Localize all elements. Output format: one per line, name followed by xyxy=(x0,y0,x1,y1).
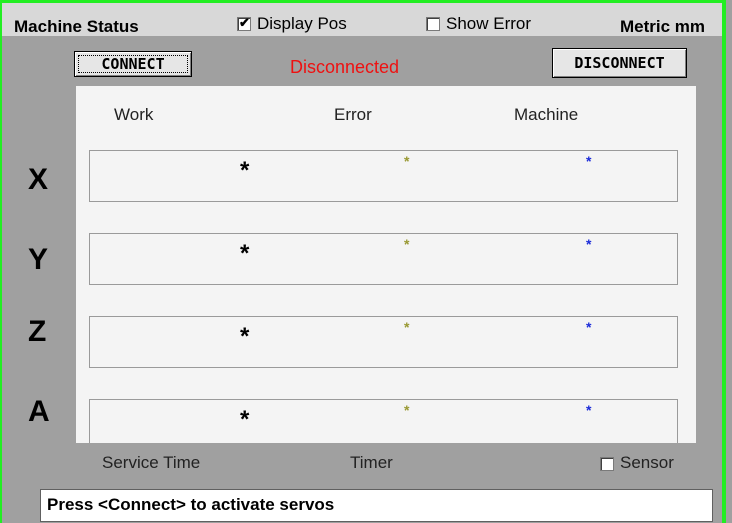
axis-y-readout: * * * xyxy=(89,233,678,285)
axis-x-readout: * * * xyxy=(89,150,678,202)
display-pos-checkbox[interactable]: ✔ xyxy=(237,15,251,31)
message-bar: Press <Connect> to activate servos xyxy=(40,489,713,522)
axis-y-error-value: * xyxy=(404,236,410,252)
connect-button[interactable]: CONNECT xyxy=(74,51,192,77)
axis-label-a: A xyxy=(28,395,50,428)
axis-z-machine-value: * xyxy=(586,319,592,335)
display-pos-label[interactable]: Display Pos xyxy=(257,14,347,34)
axis-label-x: X xyxy=(28,163,49,196)
service-time-label: Service Time xyxy=(102,453,201,472)
axis-a-machine-value: * xyxy=(586,402,592,418)
axis-a-work-value: * xyxy=(240,406,250,433)
axis-x-machine-value: * xyxy=(586,153,592,169)
connection-status: Disconnected xyxy=(290,57,400,77)
units-label: Metric mm xyxy=(620,17,706,36)
axis-z-readout: * * * xyxy=(89,316,678,368)
column-work: Work xyxy=(114,105,154,124)
axis-z-error-value: * xyxy=(404,319,410,335)
show-error-checkbox[interactable] xyxy=(426,17,440,31)
machine-status-window: Machine Status ✔ Display Pos Show Error … xyxy=(0,0,726,523)
axis-y-machine-value: * xyxy=(586,236,592,252)
axis-a-error-value: * xyxy=(404,402,410,418)
axis-label-z: Z xyxy=(28,315,47,348)
sensor-label[interactable]: Sensor xyxy=(620,453,674,473)
disconnect-button[interactable]: DISCONNECT xyxy=(552,48,687,78)
status-header-bar: Machine Status ✔ Display Pos Show Error … xyxy=(2,3,722,36)
show-error-label[interactable]: Show Error xyxy=(446,14,531,34)
column-machine: Machine xyxy=(514,105,579,124)
timer-label: Timer xyxy=(350,453,393,472)
axis-z-work-value: * xyxy=(240,323,250,350)
axis-x-work-value: * xyxy=(240,157,250,184)
axis-y-work-value: * xyxy=(240,240,250,267)
column-error: Error xyxy=(334,105,372,124)
axis-x-error-value: * xyxy=(404,153,410,169)
axis-label-y: Y xyxy=(28,243,49,276)
checkmark-icon: ✔ xyxy=(239,15,250,30)
machine-status-title: Machine Status xyxy=(14,17,139,36)
sensor-checkbox[interactable] xyxy=(600,457,614,471)
axis-a-readout: * * * xyxy=(89,399,678,443)
